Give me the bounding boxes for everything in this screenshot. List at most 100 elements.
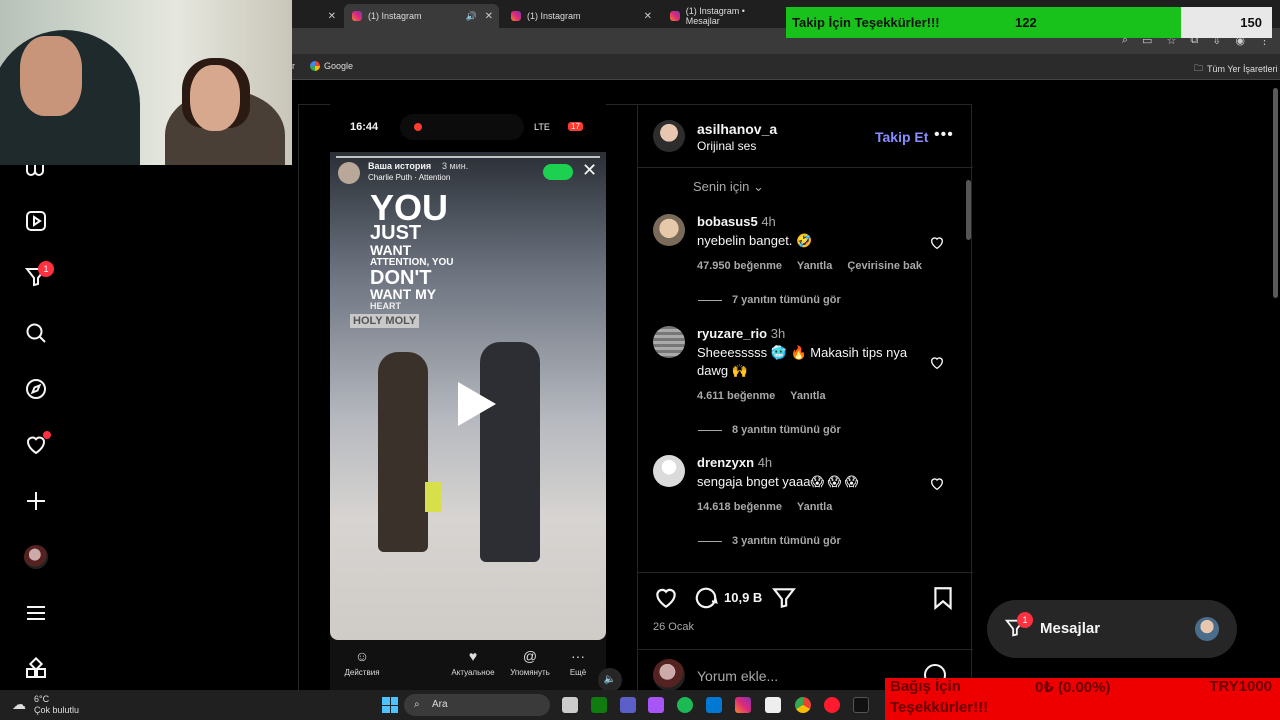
- save-icon[interactable]: [930, 585, 956, 611]
- dynamic-island: [400, 114, 524, 140]
- reel-video[interactable]: 16:44 LTE 17 Ваша история 3 мин. Charlie…: [330, 104, 622, 692]
- chrome-icon[interactable]: [795, 697, 811, 713]
- notifications-icon[interactable]: [24, 431, 51, 457]
- reply-button[interactable]: Yanıtla: [797, 260, 832, 272]
- all-bookmarks[interactable]: 🗀 Tüm Yer İşaretleri: [1194, 61, 1278, 77]
- commenter-avatar[interactable]: [653, 455, 685, 487]
- notification-dot: [43, 431, 51, 439]
- view-replies-button[interactable]: 7 yanıtın tümünü gör: [698, 294, 841, 306]
- search-icon[interactable]: [24, 321, 48, 345]
- reply-button[interactable]: Yanıtla: [797, 501, 832, 513]
- story-text-line: WANT: [370, 242, 412, 258]
- menu-icon[interactable]: [24, 601, 48, 625]
- copilot-icon[interactable]: [648, 697, 664, 713]
- tab-label: (1) Instagram: [368, 11, 422, 21]
- actions-button[interactable]: ☺ Действия: [332, 648, 392, 677]
- play-icon[interactable]: [440, 372, 504, 436]
- windows-start-icon[interactable]: [382, 697, 398, 713]
- comment-input[interactable]: Yorum ekle...: [697, 668, 778, 684]
- story-title: Ваша история: [368, 161, 432, 171]
- likes-count[interactable]: 4.611 beğenme: [697, 390, 775, 402]
- search-placeholder: Ara: [432, 699, 448, 710]
- author-username[interactable]: asilhanov_a: [697, 121, 777, 137]
- xbox-icon[interactable]: [591, 697, 607, 713]
- see-translation-button[interactable]: Çevirisine bak: [847, 260, 922, 272]
- likes-count[interactable]: 47.950 beğenme: [697, 260, 782, 272]
- comment-text: Sheeesssss 🥶 🔥 Makasih tips nya dawg 🙌: [697, 345, 908, 378]
- tab-label: (1) Instagram: [527, 11, 581, 21]
- windows-taskbar: ☁ 6°C Çok bulutlu ⌕ Ara: [0, 690, 885, 720]
- reply-button[interactable]: Yanıtla: [790, 390, 825, 402]
- like-heart-icon[interactable]: [929, 355, 945, 371]
- bookmark-google[interactable]: Google: [310, 61, 353, 71]
- spotify-icon[interactable]: [677, 697, 693, 713]
- commenter-avatar[interactable]: [653, 326, 685, 358]
- weather-desc[interactable]: Çok bulutlu: [34, 705, 79, 715]
- taskbar-search[interactable]: ⌕ Ara: [404, 694, 550, 716]
- comment-filter[interactable]: Senin için ⌄: [693, 179, 764, 195]
- commenter-avatar[interactable]: [653, 214, 685, 246]
- close-icon[interactable]: ✕: [328, 11, 336, 22]
- follow-button[interactable]: Takip Et: [875, 129, 928, 145]
- notification-badge: 1: [38, 261, 54, 277]
- explore-icon[interactable]: [24, 377, 48, 401]
- donation-goal-overlay: Bağış İçin Teşekkürler!!! 0₺ (0.00%) TRY…: [885, 678, 1280, 720]
- commenter-username[interactable]: ryuzare_rio 3h: [697, 326, 785, 341]
- search-icon: ⌕: [414, 699, 420, 710]
- close-icon[interactable]: ✕: [582, 160, 597, 181]
- like-heart-icon[interactable]: [929, 476, 945, 492]
- tab-instagram-2[interactable]: (1) Instagram ✕: [503, 4, 658, 28]
- speaker-icon[interactable]: 🔊: [466, 11, 477, 22]
- app-icon[interactable]: [620, 697, 636, 713]
- app-icon-2[interactable]: [765, 697, 781, 713]
- comment-count: 10,9 B: [724, 590, 763, 605]
- task-view-icon[interactable]: [562, 697, 578, 713]
- tab-instagram-messages[interactable]: (1) Instagram • Mesajlar: [662, 4, 787, 28]
- like-heart-icon[interactable]: [929, 235, 945, 251]
- messages-button[interactable]: 1 Mesajlar: [987, 600, 1237, 658]
- filter-icon[interactable]: 1: [24, 261, 54, 289]
- page-scrollbar[interactable]: [1272, 82, 1279, 302]
- mute-icon[interactable]: 🔈: [598, 668, 622, 692]
- create-icon[interactable]: [24, 489, 48, 513]
- close-icon[interactable]: ✕: [644, 11, 652, 22]
- tab-partial[interactable]: ✕: [300, 4, 342, 28]
- view-replies-button[interactable]: 8 yanıtın tümünü gör: [698, 424, 841, 436]
- recording-dot: [414, 123, 422, 131]
- tab-instagram-1[interactable]: (1) Instagram 🔊 ✕: [344, 4, 499, 28]
- likes-count[interactable]: 14.618 beğenme: [697, 501, 782, 513]
- instagram-icon: [352, 11, 362, 21]
- instagram-icon[interactable]: [735, 697, 751, 713]
- person-figure: [378, 352, 428, 552]
- story-progress: [336, 156, 600, 158]
- commenter-username[interactable]: bobasus5 4h: [697, 214, 776, 229]
- like-icon[interactable]: [653, 585, 679, 611]
- comment-icon[interactable]: [693, 585, 719, 611]
- streamer-webcam: [0, 0, 292, 165]
- highlights-button[interactable]: ♥ Актуальное: [443, 648, 503, 677]
- user-avatar: [653, 659, 685, 691]
- reels-icon[interactable]: [24, 209, 48, 233]
- follow-goal-label: Takip İçin Teşekkürler!!!: [792, 15, 940, 30]
- donation-goal: TRY1000: [1209, 678, 1272, 695]
- message-avatar[interactable]: [1195, 617, 1219, 641]
- weather-temp[interactable]: 6°C: [34, 694, 49, 704]
- comments-scrollbar[interactable]: [964, 170, 971, 570]
- folder-icon: 🗀: [1194, 63, 1204, 73]
- post-header: asilhanov_a Orijinal ses Takip Et •••: [638, 104, 973, 168]
- more-options-icon[interactable]: •••: [934, 126, 954, 144]
- opera-icon[interactable]: [824, 697, 840, 713]
- story-avatar: [338, 162, 360, 184]
- commenter-username[interactable]: drenzyxn 4h: [697, 455, 772, 470]
- audio-label[interactable]: Orijinal ses: [697, 139, 756, 153]
- author-avatar[interactable]: [653, 120, 685, 152]
- tiktok-icon[interactable]: [853, 697, 869, 713]
- profile-avatar[interactable]: [24, 545, 48, 569]
- close-icon[interactable]: ✕: [485, 11, 493, 22]
- view-replies-button[interactable]: 3 yanıtın tümünü gör: [698, 535, 841, 547]
- story-text-line: DON'T: [370, 267, 432, 289]
- story-frame: Ваша история 3 мин. Charlie Puth · Atten…: [330, 152, 606, 640]
- more-icon[interactable]: [24, 656, 48, 681]
- share-icon[interactable]: [771, 585, 797, 611]
- store-icon[interactable]: [706, 697, 722, 713]
